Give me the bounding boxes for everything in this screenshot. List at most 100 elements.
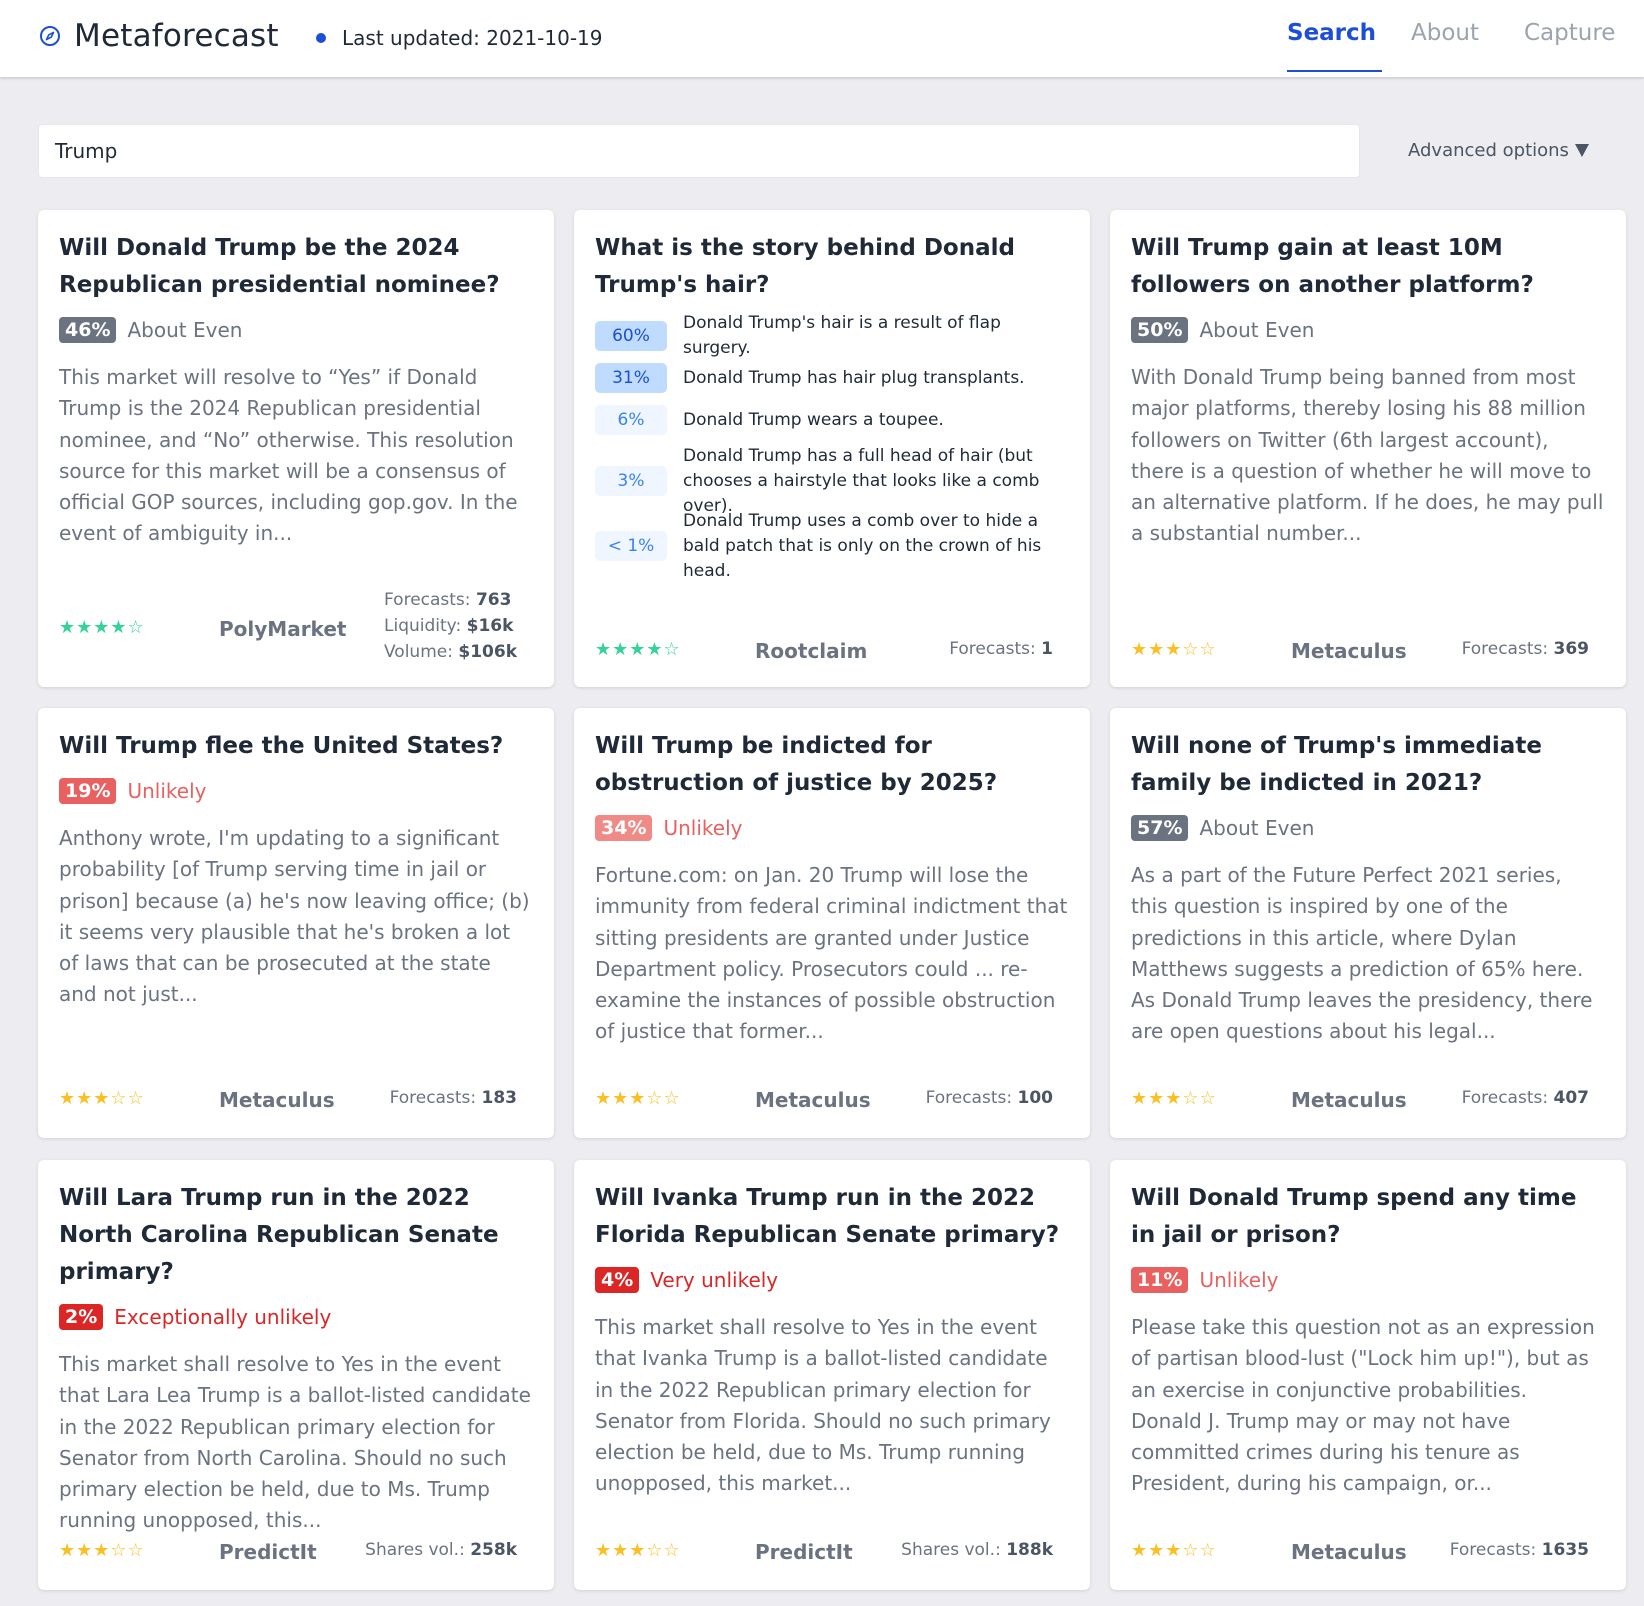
probability-row: 34% Unlikely — [595, 815, 1068, 841]
stars-rating: ★★★☆☆ — [595, 1540, 681, 1561]
card-title: Will none of Trump's immediate family be… — [1131, 733, 1542, 796]
forecast-card[interactable]: Will Ivanka Trump run in the 2022 Florid… — [574, 1160, 1090, 1590]
forecast-card[interactable]: Will Trump gain at least 10M followers o… — [1110, 210, 1626, 687]
forecast-card[interactable]: Will Trump flee the United States? 19% U… — [38, 708, 554, 1138]
card-title: Will Donald Trump be the 2024 Republican… — [59, 235, 500, 298]
option-text: Donald Trump uses a comb over to hide a … — [683, 510, 1042, 581]
card-title: Will Trump gain at least 10M followers o… — [1131, 235, 1534, 298]
probability-row: 50% About Even — [1131, 317, 1604, 343]
stat-forecasts: Forecasts: 369 — [1461, 639, 1589, 659]
stat-forecasts: Forecasts: 763 — [384, 590, 512, 610]
card-title: Will Donald Trump spend any time in jail… — [1131, 1185, 1577, 1248]
status-dot-icon — [316, 33, 326, 43]
stat-shares-volume: Shares vol.: 188k — [901, 1540, 1053, 1560]
option-probability: 6% — [595, 405, 667, 435]
card-stats: Forecasts: 369 — [1462, 636, 1589, 662]
option-row: 31% Donald Trump has hair plug transplan… — [595, 360, 1068, 396]
card-stats: Forecasts: 1 — [949, 636, 1053, 662]
card-footer: ★★★☆☆ Metaculus Forecasts: 100 — [595, 1038, 1068, 1138]
probability-label: Unlikely — [127, 779, 207, 803]
probability-label: About Even — [1199, 318, 1315, 342]
stars-rating: ★★★★☆ — [595, 639, 681, 660]
probability-row: 2% Exceptionally unlikely — [59, 1304, 532, 1330]
tab-about[interactable]: About — [1411, 20, 1479, 46]
probability-label: Very unlikely — [650, 1268, 779, 1292]
option-probability: < 1% — [595, 531, 667, 561]
card-description: Please take this question not as an expr… — [1131, 1315, 1595, 1496]
stars-rating: ★★★☆☆ — [59, 1088, 145, 1109]
forecast-card[interactable]: What is the story behind Donald Trump's … — [574, 210, 1090, 687]
probability-row: 4% Very unlikely — [595, 1267, 1068, 1293]
forecast-card[interactable]: Will Donald Trump be the 2024 Republican… — [38, 210, 554, 687]
probability-badge: 2% — [59, 1304, 104, 1330]
stars-rating: ★★★★☆ — [59, 617, 145, 638]
card-description: As a part of the Future Perfect 2021 ser… — [1131, 863, 1593, 1044]
card-footer: ★★★☆☆ PredictIt Shares vol.: 188k — [595, 1490, 1068, 1590]
option-row: < 1% Donald Trump uses a comb over to hi… — [595, 511, 1068, 581]
card-stats: Shares vol.: 258k — [365, 1537, 517, 1563]
probability-label: Unlikely — [663, 816, 743, 840]
probability-badge: 34% — [595, 815, 653, 841]
option-probability: 31% — [595, 363, 667, 393]
probability-row: 46% About Even — [59, 317, 532, 343]
probability-badge: 46% — [59, 317, 117, 343]
last-updated-text: Last updated: 2021-10-19 — [342, 26, 603, 50]
platform-name: Metaculus — [1291, 1540, 1407, 1564]
options-list: 60% Donald Trump's hair is a result of f… — [595, 313, 1068, 581]
advanced-options-label: Advanced options — [1408, 140, 1569, 161]
tab-search[interactable]: Search — [1287, 20, 1376, 46]
option-text: Donald Trump wears a toupee. — [683, 409, 944, 430]
forecast-card[interactable]: Will Trump be indicted for obstruction o… — [574, 708, 1090, 1138]
stars-rating: ★★★☆☆ — [1131, 1540, 1217, 1561]
search-input[interactable]: Trump — [38, 124, 1360, 178]
forecast-card[interactable]: Will Donald Trump spend any time in jail… — [1110, 1160, 1626, 1590]
card-stats: Shares vol.: 188k — [901, 1537, 1053, 1563]
platform-name: PredictIt — [755, 1540, 853, 1564]
stat-shares-volume: Shares vol.: 258k — [365, 1540, 517, 1560]
card-description: Anthony wrote, I'm updating to a signifi… — [59, 826, 530, 1007]
card-title: Will Ivanka Trump run in the 2022 Florid… — [595, 1185, 1060, 1248]
compass-icon — [40, 26, 60, 46]
option-probability: 60% — [595, 321, 667, 351]
platform-name: PredictIt — [219, 1540, 317, 1564]
probability-label: About Even — [127, 318, 243, 342]
stat-forecasts: Forecasts: 407 — [1461, 1088, 1589, 1108]
card-description: This market shall resolve to Yes in the … — [595, 1315, 1051, 1496]
probability-label: Unlikely — [1199, 1268, 1279, 1292]
stars-rating: ★★★☆☆ — [1131, 639, 1217, 660]
probability-label: About Even — [1199, 816, 1315, 840]
platform-name: Metaculus — [1291, 639, 1407, 663]
top-navbar: Metaforecast Last updated: 2021-10-19 Se… — [0, 0, 1644, 77]
stat-forecasts: Forecasts: 1 — [949, 639, 1053, 659]
brand-name: Metaforecast — [74, 18, 279, 54]
probability-row: 57% About Even — [1131, 815, 1604, 841]
card-title: What is the story behind Donald Trump's … — [595, 235, 1015, 298]
stat-forecasts: Forecasts: 1635 — [1449, 1540, 1589, 1560]
platform-name: Metaculus — [755, 1088, 871, 1112]
card-footer: ★★★☆☆ Metaculus Forecasts: 407 — [1131, 1038, 1604, 1138]
platform-name: Metaculus — [1291, 1088, 1407, 1112]
card-stats: Forecasts: 1635 — [1450, 1537, 1589, 1563]
option-row: 60% Donald Trump's hair is a result of f… — [595, 313, 1068, 358]
stars-rating: ★★★☆☆ — [59, 1540, 145, 1561]
platform-name: Metaculus — [219, 1088, 335, 1112]
option-probability: 3% — [595, 466, 667, 496]
tab-capture[interactable]: Capture — [1524, 20, 1615, 46]
advanced-options-toggle[interactable]: Advanced options — [1408, 140, 1589, 161]
card-title: Will Trump flee the United States? — [59, 733, 504, 759]
platform-name: Rootclaim — [755, 639, 868, 663]
forecast-card[interactable]: Will Lara Trump run in the 2022 North Ca… — [38, 1160, 554, 1590]
probability-badge: 11% — [1131, 1267, 1189, 1293]
card-footer: ★★★☆☆ Metaculus Forecasts: 369 — [1131, 587, 1604, 687]
card-footer: ★★★★☆ PolyMarket Forecasts: 763 Liquidit… — [59, 587, 532, 687]
stars-rating: ★★★☆☆ — [1131, 1088, 1217, 1109]
card-description: Fortune.com: on Jan. 20 Trump will lose … — [595, 863, 1068, 1044]
card-description: With Donald Trump being banned from most… — [1131, 365, 1604, 546]
forecast-card[interactable]: Will none of Trump's immediate family be… — [1110, 708, 1626, 1138]
triangle-down-icon — [1574, 144, 1589, 157]
card-stats: Forecasts: 100 — [926, 1085, 1053, 1111]
card-title: Will Trump be indicted for obstruction o… — [595, 733, 998, 796]
probability-label: Exceptionally unlikely — [114, 1305, 332, 1329]
brand[interactable]: Metaforecast — [38, 18, 279, 54]
probability-badge: 50% — [1131, 317, 1189, 343]
